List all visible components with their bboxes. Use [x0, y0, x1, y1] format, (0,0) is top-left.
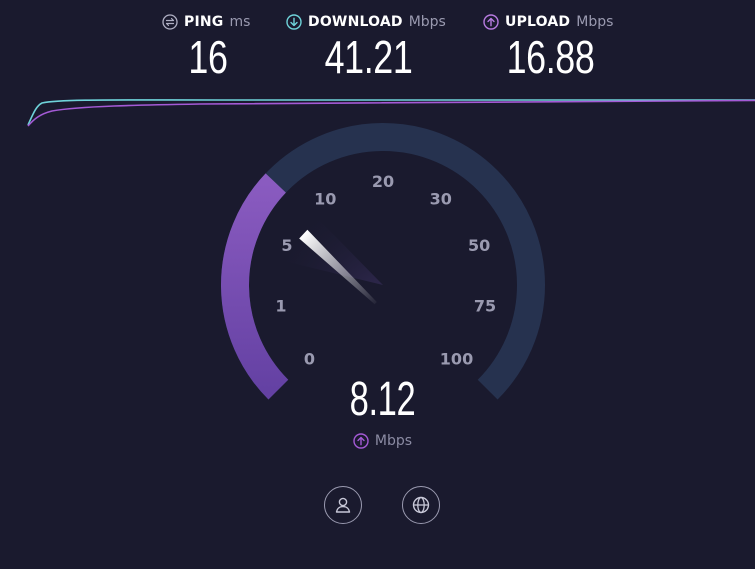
gauge-tick-label: 30 [430, 190, 452, 209]
globe-icon [412, 496, 430, 514]
profile-button[interactable] [324, 486, 362, 524]
gauge-speed-value: 8.12 [349, 373, 416, 426]
gauge-tick-label: 100 [440, 350, 473, 369]
gauge-tick-label: 5 [281, 236, 292, 255]
gauge-tick-label: 50 [468, 236, 490, 255]
gauge-tick-labels: 0 1 5 10 20 30 50 75 100 [275, 172, 496, 369]
upload-arrow-icon [353, 433, 369, 449]
gauge-progress-arc [221, 173, 289, 400]
gauge-tick-label: 1 [275, 296, 286, 315]
gauge-unit-label: Mbps [330, 433, 435, 449]
speed-gauge: 0 1 5 10 20 30 50 75 100 [221, 123, 545, 400]
gauge-unit-text: Mbps [374, 433, 413, 449]
user-profile-icon [335, 497, 351, 513]
gauge-tick-label: 10 [314, 190, 336, 209]
gauge-tick-label: 20 [372, 172, 394, 191]
gauge-tick-label: 75 [474, 296, 496, 315]
gauge-tick-label: 0 [304, 350, 315, 369]
server-globe-button[interactable] [402, 486, 440, 524]
